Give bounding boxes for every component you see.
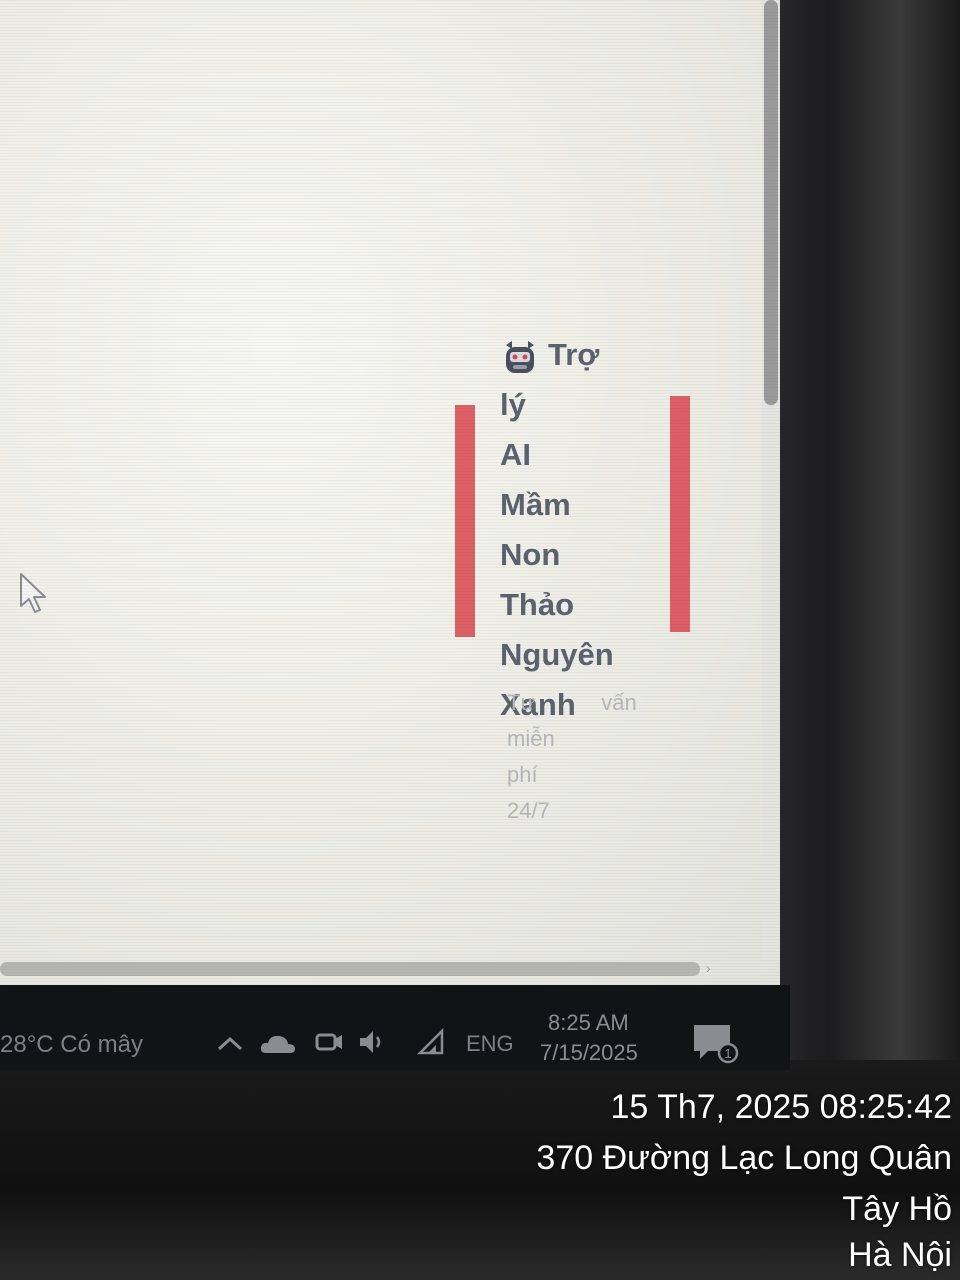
vertical-scrollbar-thumb[interactable] [764, 0, 778, 405]
windows-taskbar: 28°C Có mây ENG 1 [0, 985, 790, 1070]
show-hidden-icons-chevron-icon[interactable] [215, 1033, 245, 1055]
widget-subtitle: Tư vấn miễn phí 24/7 [507, 690, 637, 823]
weather-widget[interactable]: 28°C Có mây [0, 1031, 143, 1059]
svg-text:1: 1 [724, 1046, 731, 1061]
taskbar-clock-time[interactable]: 8:25 AM [548, 1010, 629, 1036]
taskbar-clock-date[interactable]: 7/15/2025 [540, 1040, 638, 1066]
photo-district: Tây Hồ [842, 1190, 952, 1228]
vertical-scrollbar[interactable] [762, 0, 780, 960]
notification-center-icon[interactable]: 1 [690, 1021, 742, 1065]
ai-assistant-widget[interactable]: Trợ lý AI Mầm Non Thảo Nguyên Xanh Tư vấ… [455, 330, 695, 823]
monitor-screen: › Trợ lý AI Mầm Non Thảo Nguyên Xanh Tư … [0, 0, 780, 985]
widget-title: Trợ lý AI Mầm Non Thảo Nguyên Xanh [500, 337, 614, 722]
input-language-indicator[interactable]: ENG [466, 1031, 514, 1057]
photo-city: Hà Nội [848, 1236, 952, 1274]
wifi-icon[interactable] [414, 1027, 448, 1057]
robot-icon [506, 340, 534, 373]
volume-icon[interactable] [356, 1027, 390, 1057]
scroll-right-arrow-icon[interactable]: › [706, 960, 711, 976]
horizontal-scrollbar[interactable] [0, 962, 700, 976]
accent-bar-right [670, 396, 690, 632]
accent-bar-left [455, 405, 475, 637]
mouse-cursor-icon [20, 573, 46, 613]
photo-timestamp: 15 Th7, 2025 08:25:42 [610, 1088, 952, 1126]
onedrive-cloud-icon[interactable] [258, 1031, 298, 1057]
photo-address: 370 Đường Lạc Long Quân [536, 1139, 952, 1177]
meet-now-camera-icon[interactable] [312, 1025, 346, 1059]
widget-title-row[interactable]: Trợ lý AI Mầm Non Thảo Nguyên Xanh [500, 330, 660, 730]
